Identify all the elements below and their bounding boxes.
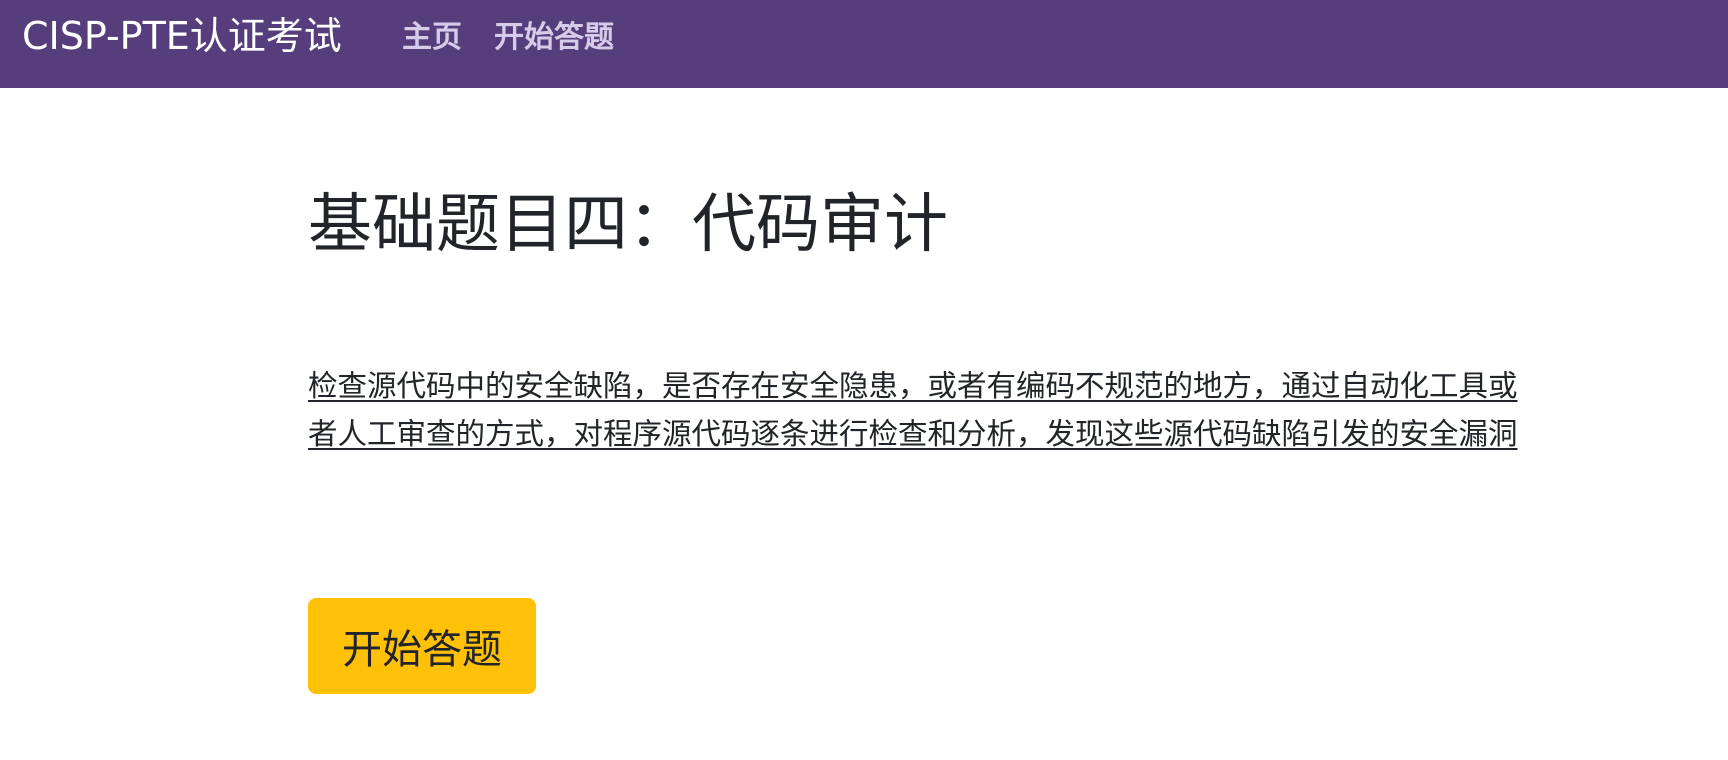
page-title: 基础题目四：代码审计 [308, 188, 948, 262]
main-content: 基础题目四：代码审计 检查源代码中的安全缺陷，是否存在安全隐患，或者有编码不规范… [308, 180, 1528, 694]
topic-description: 检查源代码中的安全缺陷，是否存在安全隐患，或者有编码不规范的地方，通过自动化工具… [308, 369, 1518, 451]
top-navbar: CISP-PTE认证考试 主页 开始答题 [0, 0, 1728, 88]
nav-link-start-quiz[interactable]: 开始答题 [494, 18, 614, 58]
nav-links: 主页 开始答题 [402, 18, 614, 58]
nav-link-home[interactable]: 主页 [402, 18, 462, 58]
start-quiz-button[interactable]: 开始答题 [308, 598, 536, 694]
navbar-brand[interactable]: CISP-PTE认证考试 [22, 12, 342, 60]
